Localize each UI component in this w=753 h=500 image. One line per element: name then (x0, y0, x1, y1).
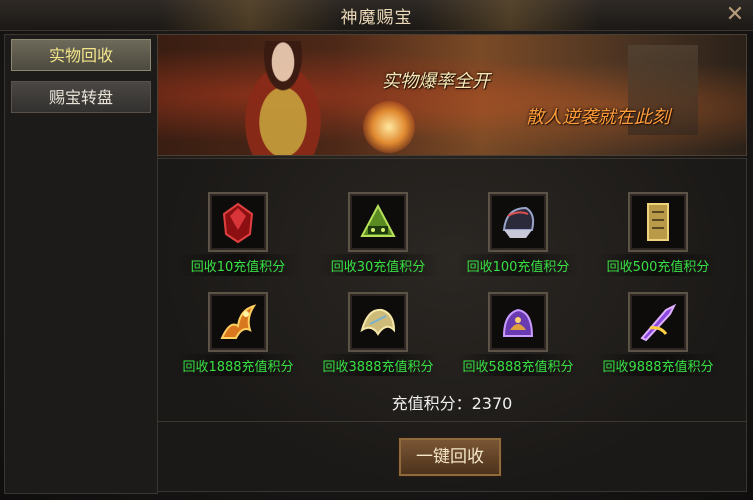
recycle-item: 回收500充值积分 (588, 192, 728, 282)
promo-banner: 实物爆率全开 散人逆袭就在此刻 (157, 34, 747, 156)
window: 神魔赐宝 ✕ 实物回收 赐宝转盘 实物爆率全开 散人逆袭就在此刻 回收10充值积… (0, 0, 753, 500)
recycle-all-button[interactable]: 一键回收 (399, 438, 501, 476)
sidebar-item-label: 实物回收 (48, 46, 113, 65)
item-label: 回收9888充值积分 (602, 360, 714, 375)
flame-dragon-icon (220, 304, 257, 339)
red-gem-icon (222, 202, 254, 244)
item-label: 回收30充值积分 (330, 260, 426, 275)
recycle-item: 回收5888充值积分 (448, 292, 588, 382)
purple-beast-icon (502, 308, 534, 337)
banner-headline: 实物爆率全开 (382, 71, 490, 92)
item-slot[interactable] (208, 292, 268, 352)
recharge-points-display: 充值积分：2370 (391, 394, 513, 413)
purple-blade-icon (640, 303, 677, 342)
green-helmet-icon (360, 203, 396, 237)
recycle-item: 回收10充值积分 (168, 192, 308, 282)
dark-helmet-icon (502, 206, 535, 238)
item-slot[interactable] (348, 192, 408, 252)
window-title: 神魔赐宝 (340, 8, 413, 28)
item-slot[interactable] (348, 292, 408, 352)
gold-scroll-icon (647, 203, 669, 241)
item-slot[interactable] (488, 292, 548, 352)
sidebar-item-label: 赐宝转盘 (48, 88, 113, 107)
item-label: 回收1888充值积分 (182, 360, 294, 375)
item-slot[interactable] (488, 192, 548, 252)
item-label: 回收500充值积分 (606, 260, 710, 275)
title-bar: 神魔赐宝 ✕ (0, 0, 753, 31)
gold-wing-icon (360, 308, 396, 336)
panel-divider (157, 421, 747, 422)
item-slot[interactable] (628, 192, 688, 252)
sidebar-item-physical-recycle[interactable]: 实物回收 (11, 39, 151, 71)
close-icon: ✕ (725, 2, 745, 27)
recycle-item: 回收1888充值积分 (168, 292, 308, 382)
banner-fire-orb (363, 101, 415, 153)
recycle-item: 回收100充值积分 (448, 192, 588, 282)
item-slot[interactable] (208, 192, 268, 252)
recycle-item: 回收30充值积分 (308, 192, 448, 282)
item-label: 回收3888充值积分 (322, 360, 434, 375)
recycle-item: 回收3888充值积分 (308, 292, 448, 382)
item-label: 回收10充值积分 (190, 260, 286, 275)
close-button[interactable]: ✕ (723, 3, 747, 27)
banner-heroine-illustration (228, 41, 338, 155)
sidebar-item-treasure-wheel[interactable]: 赐宝转盘 (11, 81, 151, 113)
item-label: 回收5888充值积分 (462, 360, 574, 375)
sidebar: 实物回收 赐宝转盘 (4, 34, 158, 494)
item-slot[interactable] (628, 292, 688, 352)
item-label: 回收100充值积分 (466, 260, 570, 275)
banner-subline: 散人逆袭就在此刻 (526, 107, 670, 128)
recycle-item: 回收9888充值积分 (588, 292, 728, 382)
